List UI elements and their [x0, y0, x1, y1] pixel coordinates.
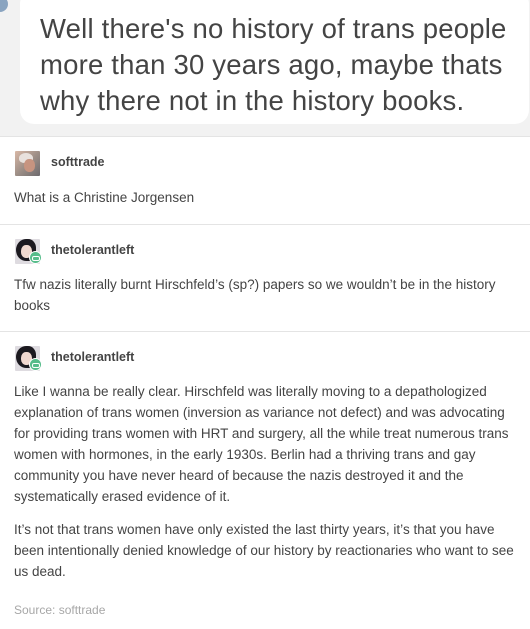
divider	[0, 224, 530, 225]
divider	[0, 331, 530, 332]
quoted-image-area: Well there's no history of trans people …	[0, 0, 530, 136]
avatar-fragment	[0, 0, 8, 12]
following-badge-icon	[29, 358, 42, 371]
username-link[interactable]: thetolerantleft	[51, 243, 134, 257]
post-header: thetolerantleft	[0, 239, 530, 265]
reblog-post-thetolerantleft: thetolerantleft Tfw nazis literally burn…	[0, 239, 530, 316]
post-header: thetolerantleft	[0, 346, 530, 372]
divider	[0, 136, 530, 137]
post-paragraph: Like I wanna be really clear. Hirschfeld…	[14, 384, 509, 504]
quote-bubble: Well there's no history of trans people …	[20, 0, 529, 124]
source-link[interactable]: Source: softtrade	[14, 603, 105, 617]
post-text: What is a Christine Jorgensen	[14, 190, 195, 205]
post-text: Tfw nazis literally burnt Hirschfeld’s (…	[14, 277, 496, 313]
post-paragraph: It’s not that trans women have only exis…	[14, 522, 514, 579]
username-link[interactable]: thetolerantleft	[51, 350, 134, 364]
reblog-post-thetolerantleft: thetolerantleft Like I wanna be really c…	[0, 346, 530, 594]
quote-text: Well there's no history of trans people …	[40, 13, 507, 116]
following-badge-icon	[29, 251, 42, 264]
username-link[interactable]: softtrade	[51, 155, 104, 169]
reblog-post-softtrade: softtrade What is a Christine Jorgensen	[0, 151, 530, 208]
avatar[interactable]	[15, 151, 40, 176]
post-header: softtrade	[0, 151, 530, 177]
post-body: Like I wanna be really clear. Hirschfeld…	[0, 381, 530, 582]
